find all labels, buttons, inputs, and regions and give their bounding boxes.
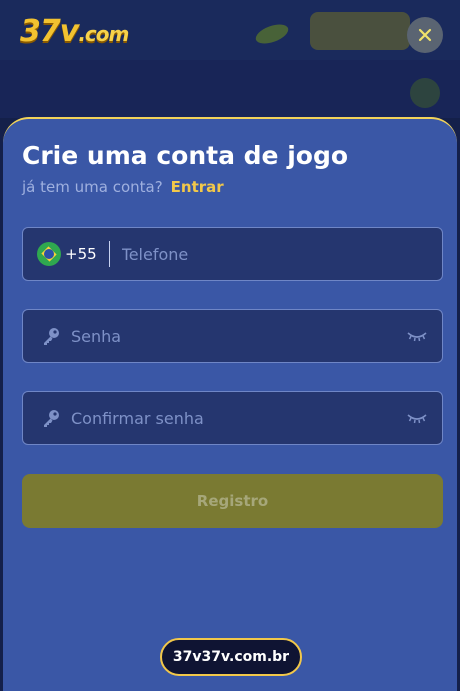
site-logo: 37v.com <box>20 14 129 49</box>
confirm-password-input[interactable] <box>71 392 406 444</box>
register-button[interactable]: Registro <box>22 474 443 528</box>
modal-title: Crie uma conta de jogo <box>22 141 349 170</box>
password-field[interactable] <box>22 309 443 363</box>
key-icon <box>44 410 59 427</box>
eye-closed-icon[interactable] <box>406 329 428 343</box>
confirm-password-field[interactable] <box>22 391 443 445</box>
eye-closed-icon[interactable] <box>406 411 428 425</box>
password-input[interactable] <box>71 310 406 362</box>
login-link[interactable]: Entrar <box>171 178 224 196</box>
close-button[interactable] <box>407 17 443 53</box>
field-divider <box>108 241 110 267</box>
phone-field[interactable]: +55 <box>22 227 443 281</box>
register-modal: Crie uma conta de jogo já tem uma conta?… <box>3 117 457 691</box>
country-code[interactable]: +55 <box>65 245 97 263</box>
brazil-flag-icon <box>37 242 61 266</box>
close-icon <box>418 28 432 42</box>
login-prompt: já tem uma conta? Entrar <box>22 178 224 196</box>
key-icon <box>44 328 59 345</box>
domain-badge: 37v37v.com.br <box>160 638 302 676</box>
background-icon <box>410 78 440 108</box>
background-banner <box>310 12 410 50</box>
background-row <box>0 60 460 118</box>
login-prompt-text: já tem uma conta? <box>22 178 163 196</box>
phone-input[interactable] <box>121 228 442 280</box>
